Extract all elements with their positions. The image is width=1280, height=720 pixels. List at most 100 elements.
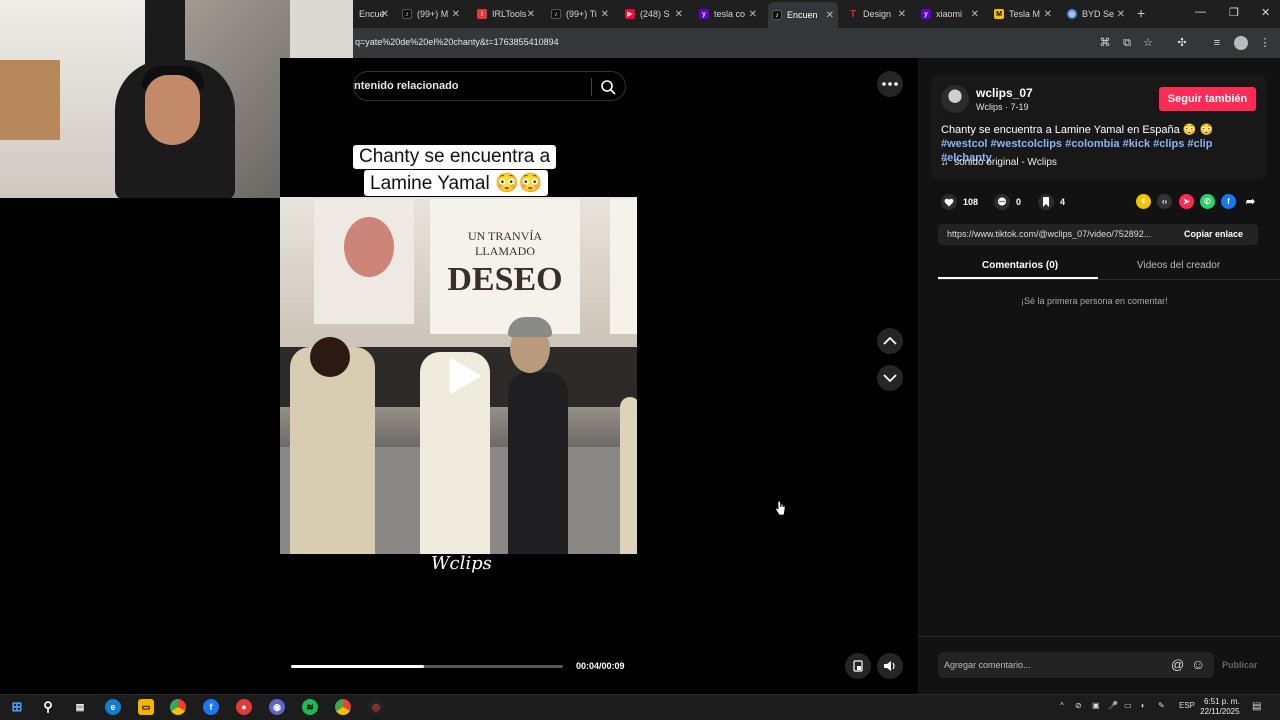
- coin-gift-icon[interactable]: ¢: [1136, 194, 1151, 209]
- previous-video-button[interactable]: [877, 328, 903, 354]
- search-input[interactable]: ntenido relacionado: [353, 71, 626, 101]
- tab-close-icon[interactable]: ✕: [527, 9, 535, 20]
- tab-tiktok-2[interactable]: ♪ (99+) Ti ✕: [547, 3, 613, 25]
- embed-icon[interactable]: ‹›: [1157, 194, 1172, 209]
- tab-youtube[interactable]: ▶ (248) S ✕: [621, 3, 687, 25]
- music-note-icon: ♫: [941, 157, 955, 168]
- network-icon[interactable]: ▭: [1124, 701, 1132, 710]
- system-clock[interactable]: 6:51 p. m. 22/11/2025: [1200, 697, 1240, 717]
- clock-date: 22/11/2025: [1200, 707, 1240, 716]
- microphone-icon[interactable]: 🎤: [1108, 701, 1118, 710]
- tab-tesla-design[interactable]: T Design ✕: [844, 3, 910, 25]
- edge-icon[interactable]: e: [105, 699, 121, 715]
- restore-button[interactable]: ❐: [1229, 6, 1239, 19]
- poster-left: [314, 199, 414, 324]
- more-options-button[interactable]: [877, 71, 903, 97]
- extensions-icon[interactable]: ✣: [1175, 36, 1189, 50]
- translate-icon[interactable]: ⌘: [1098, 36, 1112, 50]
- follow-button[interactable]: Seguir también: [1159, 87, 1256, 111]
- mini-player-button[interactable]: [845, 653, 871, 679]
- windows-start-icon[interactable]: ⊞: [9, 699, 25, 715]
- media-control-icon[interactable]: ≡: [1210, 36, 1224, 50]
- avatar[interactable]: [941, 85, 969, 113]
- chevron-up-icon: [883, 336, 897, 345]
- install-app-icon[interactable]: ⧉: [1120, 36, 1134, 50]
- tab-close-icon[interactable]: ✕: [749, 9, 757, 20]
- file-explorer-icon[interactable]: ▭: [138, 699, 154, 715]
- tab-tiktok-messages[interactable]: ♪ (99+) M ✕: [398, 3, 464, 25]
- tab-yahoo-xiaomi[interactable]: y xiaomi ✕: [917, 3, 983, 25]
- progress-bar[interactable]: [291, 665, 563, 668]
- tab-close-icon[interactable]: ✕: [826, 10, 834, 21]
- minimize-button[interactable]: —: [1195, 6, 1206, 18]
- tiktok-icon: ♪: [551, 9, 561, 19]
- new-tab-button[interactable]: +: [1137, 5, 1145, 21]
- tray-device-icon[interactable]: ▣: [1092, 701, 1100, 710]
- comment-stat[interactable]: 0: [994, 194, 1021, 210]
- save-stat[interactable]: 4: [1038, 194, 1065, 210]
- discord-icon[interactable]: ◉: [269, 699, 285, 715]
- whatsapp-icon[interactable]: ✆: [1200, 194, 1215, 209]
- tab-close-icon[interactable]: ✕: [601, 9, 609, 20]
- sound-label: sonido original - Wclips: [954, 157, 1057, 168]
- task-view-icon[interactable]: ▤: [72, 699, 88, 715]
- tab-title: Encuen: [787, 10, 818, 20]
- like-stat[interactable]: 108: [941, 194, 978, 210]
- tab-creator-videos[interactable]: Videos del creador: [1137, 260, 1220, 271]
- url-text[interactable]: q=yate%20de%20el%20chanty&t=176385541089…: [355, 37, 559, 47]
- tab-tesla-m[interactable]: M Tesla M ✕: [990, 3, 1056, 25]
- send-to-friends-icon[interactable]: ➤: [1179, 194, 1194, 209]
- mention-icon[interactable]: @: [1171, 657, 1184, 672]
- tray-app-icon[interactable]: ⊘: [1075, 701, 1082, 710]
- share-link-url[interactable]: https://www.tiktok.com/@wclips_07/video/…: [947, 229, 1172, 239]
- video-watermark: Wclips: [431, 553, 492, 574]
- profile-avatar-icon[interactable]: [1234, 36, 1248, 50]
- empty-comments-message: ¡Sé la primera persona en comentar!: [1021, 296, 1168, 306]
- search-taskbar-icon[interactable]: ⚲: [40, 699, 56, 715]
- sound-link[interactable]: ♫ sonido original - Wclips: [941, 157, 1057, 168]
- facebook-icon[interactable]: f: [1221, 194, 1236, 209]
- tab-title: Design: [863, 9, 892, 19]
- volume-button[interactable]: [877, 653, 903, 679]
- tab-encuentra-1[interactable]: Encuentra ✕: [355, 3, 393, 25]
- next-video-button[interactable]: [877, 365, 903, 391]
- recording-app-icon[interactable]: ●: [236, 699, 252, 715]
- notifications-icon[interactable]: ▤: [1252, 701, 1261, 712]
- copy-link-button[interactable]: Copiar enlace: [1184, 229, 1243, 239]
- tab-close-icon[interactable]: ✕: [381, 9, 389, 20]
- chrome-icon[interactable]: [170, 699, 186, 715]
- close-window-button[interactable]: ✕: [1261, 6, 1270, 19]
- poster-right: [610, 199, 637, 334]
- browser-menu-icon[interactable]: ⋮: [1258, 36, 1272, 50]
- tab-yahoo-tesla[interactable]: y tesla co ✕: [695, 3, 761, 25]
- tab-close-icon[interactable]: ✕: [1044, 9, 1052, 20]
- obs-icon[interactable]: ◎: [368, 699, 384, 715]
- play-icon[interactable]: [443, 356, 483, 396]
- tab-irltools[interactable]: I IRLTools ✕: [473, 3, 539, 25]
- share-arrow-icon[interactable]: ➦: [1243, 194, 1258, 209]
- tab-close-icon[interactable]: ✕: [1117, 9, 1125, 20]
- comment-count: 0: [1016, 197, 1022, 207]
- bookmark-star-icon[interactable]: ☆: [1141, 36, 1155, 50]
- chrome-profile-icon[interactable]: [335, 699, 351, 715]
- tab-close-icon[interactable]: ✕: [898, 9, 906, 20]
- spotify-icon[interactable]: ≋: [302, 699, 318, 715]
- tab-byd[interactable]: ◍ BYD Se ✕: [1063, 3, 1129, 25]
- speaker-icon[interactable]: ◖: [1140, 701, 1145, 710]
- pen-icon[interactable]: ✎: [1158, 701, 1165, 710]
- tab-comments[interactable]: Comentarios (0): [982, 260, 1058, 271]
- facebook-taskbar-icon[interactable]: f: [203, 699, 219, 715]
- language-indicator[interactable]: ESP: [1179, 701, 1195, 710]
- tab-close-icon[interactable]: ✕: [452, 9, 460, 20]
- tray-expand-icon[interactable]: ^: [1060, 701, 1064, 710]
- emoji-icon[interactable]: ☺: [1191, 656, 1205, 672]
- tiktok-icon: ♪: [402, 9, 412, 19]
- tab-title: Tesla M: [1009, 9, 1041, 19]
- more-dots-icon: [882, 82, 898, 86]
- creator-username[interactable]: wclips_07: [976, 86, 1033, 100]
- search-icon[interactable]: [599, 78, 617, 96]
- publish-button[interactable]: Publicar: [1222, 660, 1258, 670]
- tab-encuentra-active[interactable]: ♪ Encuen ✕: [768, 2, 838, 28]
- tab-close-icon[interactable]: ✕: [971, 9, 979, 20]
- tab-close-icon[interactable]: ✕: [675, 9, 683, 20]
